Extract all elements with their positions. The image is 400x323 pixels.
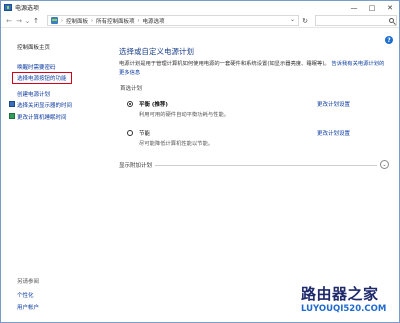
page-title: 选择或自定义电源计划 bbox=[119, 47, 194, 56]
sidebar: 控制面板主页 唤醒时需要密码 选择电源按钮的功能 创建电源计划 选择关闭显示器的… bbox=[1, 29, 101, 323]
maximize-button[interactable]: □ bbox=[363, 1, 381, 14]
plan-balanced-settings-link[interactable]: 更改计划设置 bbox=[317, 100, 350, 108]
power-options-icon bbox=[4, 4, 12, 11]
show-additional-plans-label[interactable]: 显示附加计划 bbox=[119, 161, 156, 169]
sleep-shield-icon bbox=[9, 113, 15, 119]
title-bar[interactable]: 电源选项 — □ ✕ bbox=[1, 1, 399, 14]
recent-locations-chevron-icon[interactable]: ⌄ bbox=[24, 15, 31, 27]
power-options-window: 电源选项 — □ ✕ ← → ⌄ ↑ › 控制面板 › 所有控制面板项 › 电源… bbox=[0, 0, 400, 323]
window-controls: — □ ✕ bbox=[345, 1, 399, 14]
plan-balanced-name[interactable]: 平衡 (推荐) bbox=[139, 100, 168, 108]
address-dropdown-chevron-icon[interactable]: ⌄ bbox=[290, 16, 295, 23]
plan-balanced-desc: 利用可用的硬件自动平衡功耗与性能。 bbox=[139, 112, 230, 118]
description-text: 电源计划是用于管理计算机如何使用电源的一套硬件和系统设置(如显示器亮度、睡眠等)… bbox=[119, 61, 330, 67]
plan-balanced-radio[interactable] bbox=[127, 101, 133, 107]
plan-power-saver-desc: 尽可能降低计算机性能以节能。 bbox=[139, 141, 214, 147]
search-input[interactable] bbox=[315, 15, 397, 26]
sidebar-link-wake-password[interactable]: 唤醒时需要密码 bbox=[17, 63, 56, 71]
breadcrumb-all-items[interactable]: 所有控制面板项 bbox=[96, 17, 135, 25]
forward-arrow-icon[interactable]: → bbox=[14, 15, 24, 27]
plan-power-saver: 节能 尽可能降低计算机性能以节能。 更改计划设置 bbox=[127, 129, 397, 149]
watermark-url: LUYOUQI520.COM bbox=[301, 304, 387, 314]
refresh-icon[interactable]: ↻ bbox=[300, 16, 310, 26]
address-bar: ← → ⌄ ↑ › 控制面板 › 所有控制面板项 › 电源选项 ⌄ ↻ bbox=[1, 14, 399, 28]
see-also-user-accounts-link[interactable]: 用户帐户 bbox=[17, 303, 39, 311]
window-title: 电源选项 bbox=[15, 5, 40, 12]
sidebar-link-sleep-time[interactable]: 更改计算机睡眠时间 bbox=[17, 113, 67, 121]
expand-chevron-icon[interactable]: ⌄ bbox=[380, 160, 389, 169]
control-panel-home-link[interactable]: 控制面板主页 bbox=[17, 43, 50, 51]
plan-power-saver-name[interactable]: 节能 bbox=[139, 129, 150, 137]
display-shield-icon bbox=[9, 101, 15, 107]
main-content: 选择或自定义电源计划 电源计划是用于管理计算机如何使用电源的一套硬件和系统设置(… bbox=[101, 29, 399, 323]
back-arrow-icon[interactable]: ← bbox=[4, 15, 14, 27]
watermark-logo: 路由器之家 bbox=[301, 285, 379, 303]
breadcrumb[interactable]: › 控制面板 › 所有控制面板项 › 电源选项 ⌄ bbox=[47, 15, 299, 26]
breadcrumb-control-panel[interactable]: 控制面板 bbox=[66, 17, 88, 25]
preferred-plans-label: 首选计划 bbox=[120, 86, 143, 92]
breadcrumb-power-options[interactable]: 电源选项 bbox=[143, 17, 165, 25]
plan-power-saver-settings-link[interactable]: 更改计划设置 bbox=[317, 129, 350, 137]
show-additional-plans[interactable]: 显示附加计划 ⌄ bbox=[119, 160, 389, 171]
site-watermark: 路由器之家 LUYOUQI520.COM bbox=[301, 283, 397, 319]
sidebar-link-create-plan[interactable]: 创建电源计划 bbox=[17, 90, 50, 98]
see-also-personalization-link[interactable]: 个性化 bbox=[17, 291, 34, 299]
sidebar-link-display-off[interactable]: 选择关闭显示器的时间 bbox=[17, 101, 72, 109]
plan-balanced: 平衡 (推荐) 利用可用的硬件自动平衡功耗与性能。 更改计划设置 bbox=[127, 100, 397, 120]
close-button[interactable]: ✕ bbox=[381, 1, 399, 14]
page-description: 电源计划是用于管理计算机如何使用电源的一套硬件和系统设置(如显示器亮度、睡眠等)… bbox=[119, 60, 389, 78]
divider bbox=[119, 165, 377, 166]
control-panel-icon bbox=[51, 17, 58, 24]
minimize-button[interactable]: — bbox=[345, 1, 363, 14]
search-icon bbox=[389, 18, 394, 23]
up-arrow-icon[interactable]: ↑ bbox=[31, 15, 41, 27]
plan-power-saver-radio[interactable] bbox=[127, 130, 133, 136]
see-also-heading: 另请参阅 bbox=[17, 279, 40, 285]
sidebar-link-power-buttons[interactable]: 选择电源按钮的功能 bbox=[12, 72, 72, 84]
